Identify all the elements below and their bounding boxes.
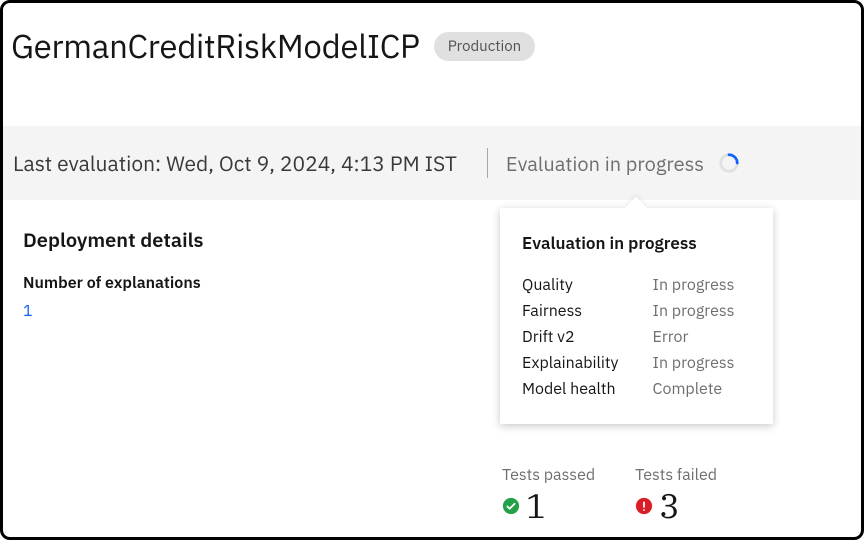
- tests-failed-value: 3: [659, 489, 679, 523]
- metric-status: In progress: [653, 272, 751, 298]
- tests-passed: Tests passed 1: [502, 465, 595, 523]
- evaluation-progress-label[interactable]: Evaluation in progress: [506, 150, 704, 177]
- last-evaluation-text: Last evaluation: Wed, Oct 9, 2024, 4:13 …: [13, 149, 457, 177]
- tests-passed-label: Tests passed: [502, 465, 595, 485]
- last-evaluation-label: Last evaluation:: [13, 149, 166, 177]
- table-row: Drift v2 Error: [522, 324, 751, 350]
- checkmark-icon: [502, 497, 520, 515]
- popover-title: Evaluation in progress: [522, 232, 751, 254]
- table-row: Fairness In progress: [522, 298, 751, 324]
- metric-status: In progress: [653, 350, 751, 376]
- metric-label: Explainability: [522, 350, 653, 376]
- tests-failed-value-row: 3: [635, 489, 717, 523]
- tests-failed: Tests failed 3: [635, 465, 717, 523]
- tests-passed-value: 1: [526, 489, 546, 523]
- table-row: Explainability In progress: [522, 350, 751, 376]
- tests-summary: Tests passed 1 Tests failed 3: [502, 465, 717, 523]
- metric-status: Error: [653, 324, 751, 350]
- evaluation-bar: Last evaluation: Wed, Oct 9, 2024, 4:13 …: [3, 126, 861, 200]
- tests-failed-label: Tests failed: [635, 465, 717, 485]
- metric-status: Complete: [653, 376, 751, 402]
- spinner-icon: [718, 152, 740, 174]
- metric-label: Model health: [522, 376, 653, 402]
- tests-passed-value-row: 1: [502, 489, 595, 523]
- last-evaluation-timestamp: Wed, Oct 9, 2024, 4:13 PM IST: [166, 149, 457, 177]
- environment-badge: Production: [434, 32, 535, 61]
- metric-label: Quality: [522, 272, 653, 298]
- metric-status: In progress: [653, 298, 751, 324]
- vertical-divider: [487, 148, 488, 178]
- error-icon: [635, 497, 653, 515]
- table-row: Quality In progress: [522, 272, 751, 298]
- table-row: Model health Complete: [522, 376, 751, 402]
- evaluation-progress-popover: Evaluation in progress Quality In progre…: [500, 208, 773, 424]
- evaluation-status-table: Quality In progress Fairness In progress…: [522, 272, 751, 402]
- page-header: GermanCreditRiskModelICP Production: [3, 3, 861, 78]
- metric-label: Drift v2: [522, 324, 653, 350]
- metric-label: Fairness: [522, 298, 653, 324]
- page-title: GermanCreditRiskModelICP: [11, 25, 420, 68]
